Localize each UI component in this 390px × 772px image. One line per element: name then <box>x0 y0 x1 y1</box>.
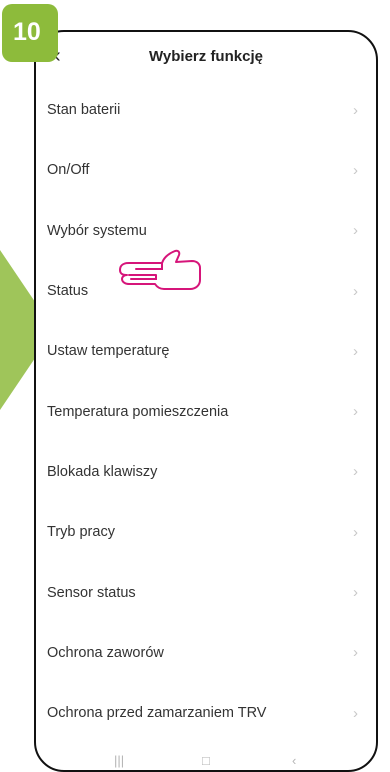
menu-item-ustaw-temperature[interactable]: Ustaw temperaturę › <box>36 321 376 381</box>
pointing-hand-icon <box>119 249 201 290</box>
system-navbar: ||| □ ‹ <box>36 753 376 770</box>
menu-item-ochrona-przed-zamarzaniem[interactable]: Ochrona przed zamarzaniem TRV › <box>36 683 376 743</box>
recent-apps-icon[interactable]: ||| <box>114 753 124 768</box>
step-number: 10 <box>13 18 41 46</box>
menu-item-stan-baterii[interactable]: Stan baterii › <box>36 80 376 140</box>
chevron-right-icon: › <box>353 704 358 722</box>
menu-item-ochrona-zaworow[interactable]: Ochrona zaworów › <box>36 623 376 683</box>
menu-item-on-off[interactable]: On/Off › <box>36 140 376 200</box>
chevron-right-icon: › <box>353 342 358 360</box>
menu-item-label: Status <box>47 283 89 300</box>
menu-item-label: Sensor status <box>47 584 136 601</box>
chevron-right-icon: › <box>353 161 358 179</box>
menu-item-label: Ochrona zaworów <box>47 644 164 661</box>
chevron-right-icon: › <box>353 584 358 602</box>
page-title: Wybierz funkcję <box>149 48 263 65</box>
chevron-right-icon: › <box>353 523 358 541</box>
menu-item-label: Tryb pracy <box>47 524 115 541</box>
menu-item-tryb-pracy[interactable]: Tryb pracy › <box>36 502 376 562</box>
menu-item-label: Wybór systemu <box>47 222 147 239</box>
chevron-right-icon: › <box>353 644 358 662</box>
step-badge: 10 <box>2 4 58 62</box>
chevron-right-icon: › <box>353 463 358 481</box>
home-icon[interactable]: □ <box>202 753 210 768</box>
function-list: Stan baterii › On/Off › Wybór systemu › … <box>36 80 376 743</box>
header: ‹ Wybierz funkcję <box>36 32 376 80</box>
menu-item-label: Ustaw temperaturę <box>47 343 170 360</box>
chevron-right-icon: › <box>353 403 358 421</box>
menu-item-label: Stan baterii <box>47 102 121 119</box>
menu-item-label: Temperatura pomieszczenia <box>47 403 229 420</box>
chevron-right-icon: › <box>353 222 358 240</box>
menu-item-label: Blokada klawiszy <box>47 463 158 480</box>
chevron-right-icon: › <box>353 101 358 119</box>
phone-screen: ‹ Wybierz funkcję Stan baterii › On/Off … <box>34 30 378 772</box>
menu-item-label: On/Off <box>47 162 90 179</box>
menu-item-sensor-status[interactable]: Sensor status › <box>36 562 376 622</box>
menu-item-temperatura-pomieszczenia[interactable]: Temperatura pomieszczenia › <box>36 381 376 441</box>
menu-item-blokada-klawiszy[interactable]: Blokada klawiszy › <box>36 442 376 502</box>
menu-item-label: Ochrona przed zamarzaniem TRV <box>47 705 267 722</box>
back-nav-icon[interactable]: ‹ <box>292 753 296 768</box>
chevron-right-icon: › <box>353 282 358 300</box>
